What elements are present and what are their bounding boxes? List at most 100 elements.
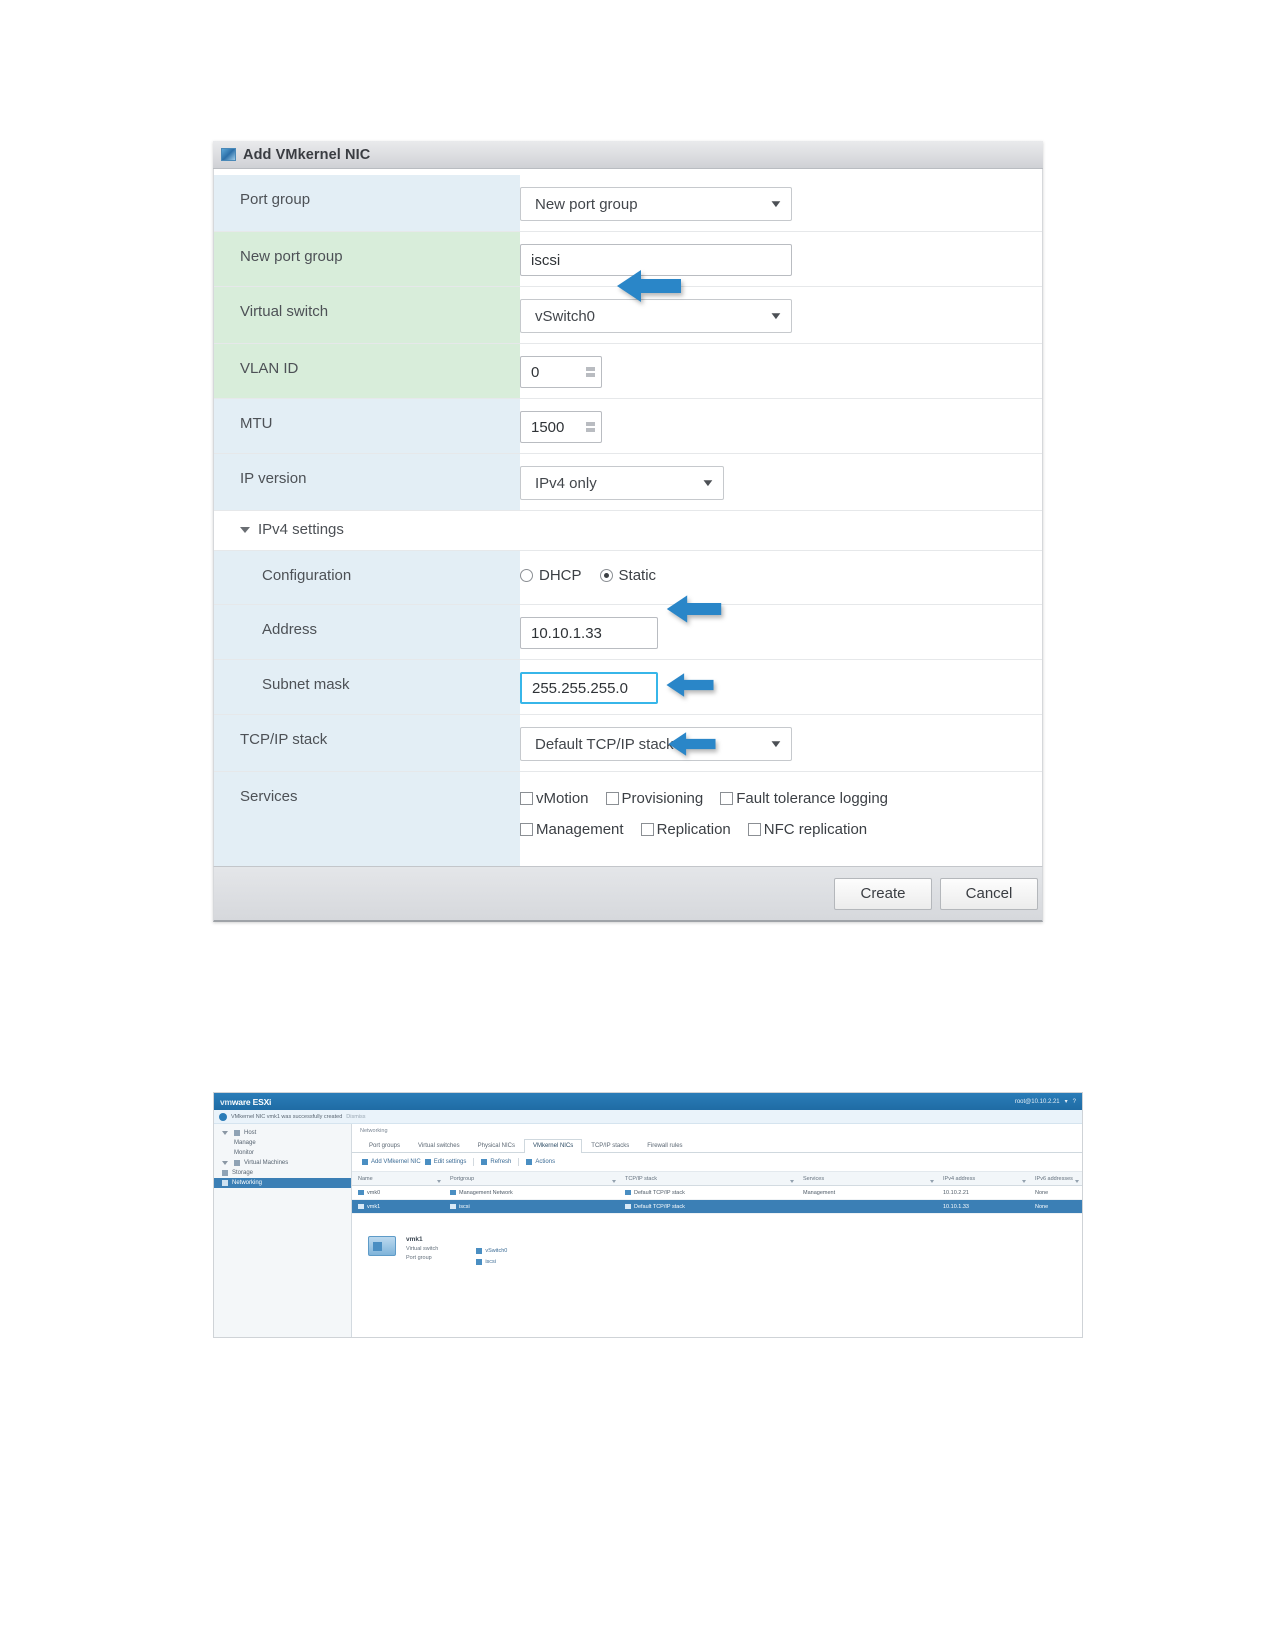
checkbox-replication[interactable]: Replication (640, 821, 731, 838)
detail-key-virtual-switch: Virtual switch (406, 1246, 439, 1252)
create-button[interactable]: Create (834, 877, 932, 910)
ipv4-settings-header[interactable]: IPv4 settings (214, 511, 520, 550)
table-row[interactable]: vmk0 Management Network Default TCP/IP s… (352, 1186, 1082, 1200)
add-vmkernel-nic-button[interactable]: Add VMkernel NIC (362, 1159, 421, 1165)
checkbox-icon[interactable] (520, 823, 533, 836)
sidebar-item-storage-label: Storage (232, 1170, 254, 1176)
dismiss-link[interactable]: Dismiss (346, 1114, 365, 1120)
user-name: root@10.10.2.21 (1014, 1098, 1060, 1105)
vswitch-icon (476, 1248, 483, 1254)
vlan-id-value: 0 (531, 363, 540, 381)
toolbar-divider (518, 1158, 520, 1166)
column-header-ipv6-addresses[interactable]: IPv6 addresses (1029, 1176, 1082, 1183)
checkbox-vmotion[interactable]: vMotion (520, 790, 589, 807)
detail-link-portgroup[interactable]: iscsi (476, 1259, 507, 1265)
edit-settings-button[interactable]: Edit settings (424, 1159, 466, 1165)
triangle-right-icon[interactable] (222, 1161, 228, 1165)
add-vmkernel-nic-label: Add VMkernel NIC (371, 1159, 421, 1165)
row-virtual-switch: Virtual switch vSwitch0 ▼ (214, 287, 1042, 344)
radio-dhcp[interactable] (520, 569, 533, 582)
detail-link-portgroup-label: iscsi (485, 1259, 497, 1265)
stepper-arrows-icon[interactable] (586, 422, 595, 432)
checkbox-icon[interactable] (520, 792, 533, 805)
content-toolbar: Add VMkernel NIC Edit settings Refresh A… (352, 1153, 1082, 1172)
checkbox-provisioning[interactable]: Provisioning (605, 790, 704, 807)
sidebar-item-virtual-machines[interactable]: Virtual Machines (214, 1158, 351, 1168)
checkbox-nfc-replication[interactable]: NFC replication (747, 821, 867, 838)
checkbox-fault-tolerance-logging[interactable]: Fault tolerance logging (720, 790, 888, 807)
help-icon[interactable]: ? (1073, 1099, 1076, 1105)
detail-key-port-group: Port group (406, 1255, 432, 1261)
cell-portgroup: iscsi (459, 1203, 470, 1210)
column-header-tcpip-stack[interactable]: TCP/IP stack (619, 1176, 797, 1183)
checkbox-provisioning-label: Provisioning (621, 790, 704, 807)
field-services: vMotion Provisioning Fault tolerance log… (520, 772, 1042, 866)
label-address: Address (214, 605, 520, 659)
checkbox-icon[interactable] (605, 792, 619, 805)
detail-text: vmk1 Virtual switch Port group (406, 1236, 438, 1265)
stack-icon (625, 1190, 631, 1195)
cell-name: vmk1 (367, 1203, 381, 1210)
checkbox-icon[interactable] (640, 823, 654, 836)
label-configuration: Configuration (214, 551, 520, 604)
user-menu[interactable]: root@10.10.2.21 ▾ ? (1014, 1098, 1076, 1106)
new-port-group-input[interactable]: iscsi (520, 244, 792, 276)
detail-link-vswitch[interactable]: vSwitch0 (476, 1248, 507, 1254)
ip-version-value: IPv4 only (535, 474, 597, 492)
subnet-mask-input[interactable]: 255.255.255.0 (520, 672, 658, 704)
label-virtual-switch: Virtual switch (214, 287, 520, 343)
label-port-group: Port group (214, 175, 520, 231)
ip-version-select[interactable]: IPv4 only ▼ (520, 466, 724, 500)
breadcrumb-item[interactable]: Networking (360, 1128, 388, 1134)
mtu-stepper[interactable]: 1500 (520, 411, 602, 443)
label-mtu: MTU (214, 399, 520, 453)
sidebar-item-host[interactable]: Host (214, 1128, 351, 1138)
checkbox-icon[interactable] (720, 792, 734, 805)
ipv4-settings-label: IPv4 settings (258, 521, 344, 538)
field-tcpip-stack: Default TCP/IP stack ▼ (520, 715, 1042, 771)
sidebar-item-networking[interactable]: Networking (214, 1178, 351, 1188)
refresh-button[interactable]: Refresh (481, 1159, 511, 1165)
vlan-id-stepper[interactable]: 0 (520, 356, 602, 388)
chevron-down-icon[interactable]: ▾ (1065, 1098, 1068, 1105)
column-header-ipv4-address[interactable]: IPv4 address (937, 1176, 1029, 1183)
row-configuration: Configuration DHCP Static (214, 551, 1042, 605)
address-input[interactable]: 10.10.1.33 (520, 617, 658, 649)
virtual-switch-select[interactable]: vSwitch0 ▼ (520, 299, 792, 333)
triangle-down-icon[interactable] (222, 1131, 228, 1135)
sidebar-item-monitor[interactable]: Monitor (214, 1148, 351, 1158)
triangle-down-icon[interactable] (240, 526, 250, 533)
brand-vm: vm (220, 1096, 232, 1107)
host-icon (234, 1130, 240, 1136)
column-header-services[interactable]: Services (797, 1176, 937, 1183)
checkbox-management[interactable]: Management (520, 821, 624, 838)
tab-port-groups[interactable]: Port groups (360, 1139, 409, 1152)
actions-button[interactable]: Actions (526, 1159, 555, 1165)
label-ip-version: IP version (214, 454, 520, 510)
column-header-name[interactable]: Name (352, 1176, 444, 1183)
stepper-arrows-icon[interactable] (586, 367, 595, 377)
tab-virtual-switches[interactable]: Virtual switches (409, 1139, 469, 1152)
dialog-body: Port group New port group ▼ New port gro… (213, 169, 1043, 866)
tab-vmkernel-nics[interactable]: VMkernel NICs (523, 1139, 583, 1153)
checkbox-replication-label: Replication (656, 821, 731, 838)
tcpip-stack-select[interactable]: Default TCP/IP stack ▼ (520, 727, 792, 761)
cell-ipv4: 10.10.1.33 (943, 1203, 969, 1210)
sidebar-item-manage[interactable]: Manage (214, 1138, 351, 1148)
tab-physical-nics[interactable]: Physical NICs (469, 1139, 524, 1152)
tab-firewall-rules[interactable]: Firewall rules (638, 1139, 691, 1152)
notification-bar: VMkernel NIC vmk1 was successfully creat… (214, 1110, 1082, 1124)
port-group-select[interactable]: New port group ▼ (520, 187, 792, 221)
sidebar-item-storage[interactable]: Storage (214, 1168, 351, 1178)
selected-nic-detail: vmk1 Virtual switch Port group vSwitch0 … (352, 1214, 1082, 1265)
checkbox-vmotion-label: vMotion (536, 790, 589, 807)
radio-static[interactable] (599, 569, 613, 582)
checkbox-icon[interactable] (747, 823, 761, 836)
tab-tcpip-stacks[interactable]: TCP/IP stacks (582, 1139, 638, 1152)
chevron-down-icon: ▼ (700, 477, 716, 489)
cancel-button[interactable]: Cancel (940, 877, 1038, 910)
column-header-portgroup[interactable]: Portgroup (444, 1176, 619, 1183)
navigator-panel: Host Manage Monitor Virtual Machines Sto… (214, 1124, 352, 1337)
vmkernel-nic-large-icon (368, 1236, 396, 1256)
table-row[interactable]: vmk1 iscsi Default TCP/IP stack 10.10.1.… (352, 1200, 1082, 1214)
